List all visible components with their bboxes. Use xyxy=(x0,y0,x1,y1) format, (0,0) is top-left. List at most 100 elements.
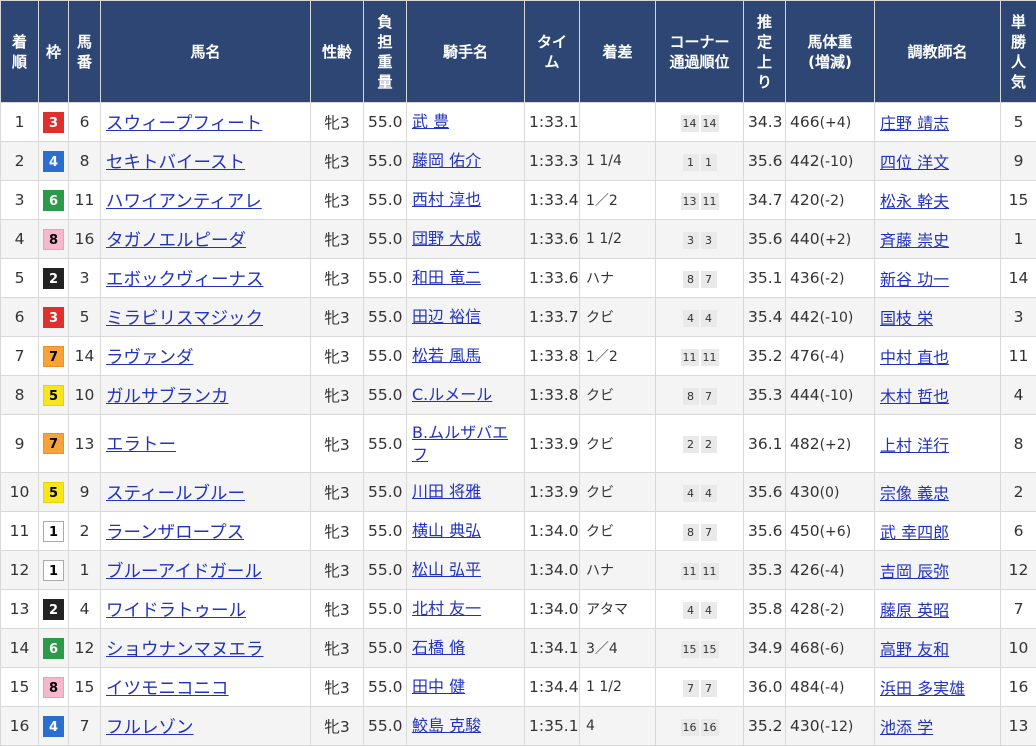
horse-name-link[interactable]: ショウナンマヌエラ xyxy=(106,640,264,660)
table-row: 4 8 16 タガノエルピーダ 牝3 55.0 団野 大成 1:33.6 1 1/2 3 3 35.6… xyxy=(0,219,1036,259)
waku-cell: 6 xyxy=(38,180,69,220)
horse-name-link[interactable]: スティールブルー xyxy=(106,484,245,504)
race-results-table: 着 順 枠 馬 番 馬名 性齢 負 担 重 量 騎手名 タイ ム 着差 コーナー… xyxy=(0,0,1036,746)
trainer-link[interactable]: 庄野 靖志 xyxy=(880,114,949,133)
horse-name-link[interactable]: エラトー xyxy=(106,435,176,455)
corner-cell: 14 14 xyxy=(655,102,744,142)
waku-badge: 8 xyxy=(43,228,64,250)
waku-badge: 4 xyxy=(43,150,64,172)
load-cell: 55.0 xyxy=(363,375,407,415)
jockey-link[interactable]: 田辺 裕信 xyxy=(412,307,481,326)
horse-name-link[interactable]: ブルーアイドガール xyxy=(106,562,262,582)
trainer-link[interactable]: 国枝 栄 xyxy=(880,309,933,328)
horse-name-cell: エラトー xyxy=(100,414,311,473)
horse-name-link[interactable]: フルレゾン xyxy=(106,718,194,738)
jockey-link[interactable]: C.ルメール xyxy=(412,385,492,404)
jockey-link[interactable]: 団野 大成 xyxy=(412,229,481,248)
body-weight-cell: 436(-2) xyxy=(785,258,875,298)
time-cell: 1:33.3 xyxy=(524,141,580,181)
horse-name-link[interactable]: セキトバイースト xyxy=(106,153,245,173)
trainer-link[interactable]: 吉岡 辰弥 xyxy=(880,562,949,581)
jockey-cell: 鮫島 克駿 xyxy=(406,706,525,746)
trainer-cell: 宗像 義忠 xyxy=(874,472,1001,512)
horse-name-link[interactable]: ミラビリスマジック xyxy=(106,309,263,329)
horse-name-link[interactable]: ラヴァンダ xyxy=(106,348,194,368)
time-cell: 1:33.4 xyxy=(524,180,580,220)
corner-cell: 11 11 xyxy=(655,550,744,590)
waku-badge: 6 xyxy=(43,189,64,211)
horse-name-link[interactable]: ガルサブランカ xyxy=(106,387,229,407)
last3f-cell: 35.4 xyxy=(743,297,786,337)
trainer-link[interactable]: 高野 友和 xyxy=(880,640,949,659)
load-cell: 55.0 xyxy=(363,336,407,376)
corner-cell: 11 xyxy=(655,141,744,181)
corner-position: 13 xyxy=(680,192,699,210)
trainer-cell: 木村 哲也 xyxy=(874,375,1001,415)
horse-name-link[interactable]: スウィープフィート xyxy=(106,114,262,134)
jockey-link[interactable]: 鮫島 克駿 xyxy=(412,716,481,735)
umaban-cell: 12 xyxy=(68,628,101,668)
horse-name-link[interactable]: ワイドラトゥール xyxy=(106,601,246,621)
popularity-cell: 8 xyxy=(1000,414,1036,473)
trainer-link[interactable]: 藤原 英昭 xyxy=(880,601,949,620)
jockey-link[interactable]: 藤岡 佑介 xyxy=(412,151,481,170)
horse-name-link[interactable]: タガノエルピーダ xyxy=(106,231,246,251)
jockey-link[interactable]: 西村 淳也 xyxy=(412,190,481,209)
trainer-link[interactable]: 上村 洋行 xyxy=(880,436,949,455)
waku-cell: 4 xyxy=(38,706,69,746)
popularity-cell: 7 xyxy=(1000,589,1036,629)
trainer-link[interactable]: 四位 洋文 xyxy=(880,153,949,172)
horse-name-link[interactable]: エボックヴィーナス xyxy=(106,270,264,290)
trainer-link[interactable]: 松永 幹夫 xyxy=(880,192,949,211)
trainer-link[interactable]: 中村 直也 xyxy=(880,348,949,367)
trainer-link[interactable]: 斉藤 崇史 xyxy=(880,231,949,250)
jockey-link[interactable]: 石橋 脩 xyxy=(412,638,465,657)
table-row: 11 1 2 ラーンザロープス 牝3 55.0 横山 典弘 1:34.0 クビ 8 7 35.6 450… xyxy=(0,511,1036,551)
table-row: 10 5 9 スティールブルー 牝3 55.0 川田 将雅 1:33.9 クビ 4 4 35.6 430… xyxy=(0,472,1036,512)
corner-cell: 77 xyxy=(655,667,744,707)
trainer-link[interactable]: 武 幸四郎 xyxy=(880,523,949,542)
corner-position: 8 xyxy=(682,270,699,288)
horse-name-cell: エボックヴィーナス xyxy=(100,258,311,298)
jockey-cell: 田中 健 xyxy=(406,667,525,707)
corner-position: 15 xyxy=(680,640,699,658)
weight-diff: (-4) xyxy=(819,563,845,579)
corner-position: 4 xyxy=(682,309,699,327)
jockey-cell: C.ルメール xyxy=(406,375,525,415)
trainer-link[interactable]: 池添 学 xyxy=(880,718,933,737)
jockey-link[interactable]: 松若 風馬 xyxy=(412,346,481,365)
last3f-cell: 35.6 xyxy=(743,141,786,181)
weight-diff: (+2) xyxy=(819,436,852,453)
horse-name-link[interactable]: ハワイアンティアレ xyxy=(106,192,262,212)
horse-name-cell: ワイドラトゥール xyxy=(100,589,311,629)
header-jockey: 騎手名 xyxy=(406,0,525,103)
corner-position: 7 xyxy=(700,270,717,288)
umaban-cell: 4 xyxy=(68,589,101,629)
body-weight: 450 xyxy=(790,522,820,540)
time-cell: 1:33.1 xyxy=(524,102,580,142)
trainer-link[interactable]: 宗像 義忠 xyxy=(880,484,949,503)
time-cell: 1:33.8 xyxy=(524,375,580,415)
horse-name-link[interactable]: イツモニコニコ xyxy=(106,679,229,699)
corner-position: 4 xyxy=(700,601,717,619)
jockey-link[interactable]: 横山 典弘 xyxy=(412,521,481,540)
jockey-cell: 北村 友一 xyxy=(406,589,525,629)
jockey-link[interactable]: B.ムルザバエフ xyxy=(412,423,508,464)
trainer-link[interactable]: 新谷 功一 xyxy=(880,270,949,289)
jockey-link[interactable]: 松山 弘平 xyxy=(412,560,481,579)
waku-cell: 6 xyxy=(38,628,69,668)
header-sex-age: 性齢 xyxy=(310,0,364,103)
jockey-link[interactable]: 北村 友一 xyxy=(412,599,481,618)
trainer-link[interactable]: 木村 哲也 xyxy=(880,387,949,406)
horse-name-link[interactable]: ラーンザロープス xyxy=(106,523,244,543)
jockey-link[interactable]: 武 豊 xyxy=(412,112,449,131)
trainer-link[interactable]: 浜田 多実雄 xyxy=(880,679,965,698)
popularity-cell: 15 xyxy=(1000,180,1036,220)
jockey-link[interactable]: 和田 竜二 xyxy=(412,268,481,287)
weight-diff: (+2) xyxy=(819,232,852,248)
jockey-link[interactable]: 川田 将雅 xyxy=(412,482,481,501)
corner-position: 8 xyxy=(682,523,699,541)
popularity-cell: 9 xyxy=(1000,141,1036,181)
jockey-link[interactable]: 田中 健 xyxy=(412,677,465,696)
table-row: 5 2 3 エボックヴィーナス 牝3 55.0 和田 竜二 1:33.6 ハナ 8 7 35.1 436… xyxy=(0,258,1036,298)
